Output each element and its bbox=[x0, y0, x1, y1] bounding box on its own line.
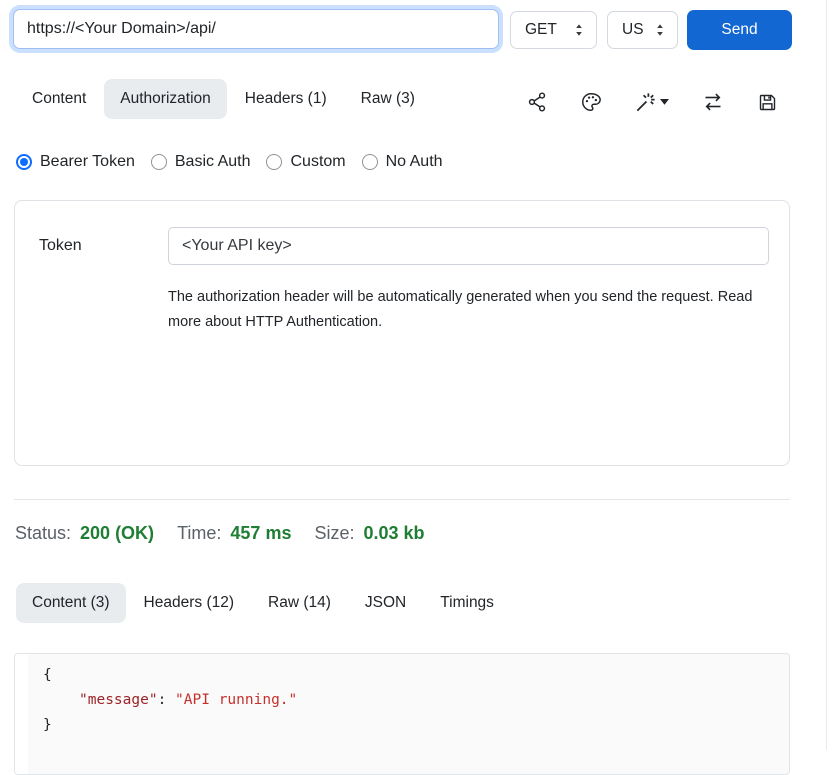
auth-option-bearer-token[interactable]: Bearer Token bbox=[16, 153, 135, 171]
api-tester-page: GET US Send Content Authorization Header… bbox=[0, 0, 837, 750]
method-select[interactable]: GET bbox=[510, 11, 597, 49]
size-label: Size: bbox=[314, 523, 354, 544]
response-tab-json[interactable]: JSON bbox=[349, 583, 422, 623]
response-tab-headers[interactable]: Headers (12) bbox=[128, 583, 250, 623]
section-divider bbox=[14, 499, 790, 500]
tab-authorization[interactable]: Authorization bbox=[104, 79, 226, 119]
json-message-line: "message": "API running." bbox=[28, 688, 789, 713]
json-key: "message" bbox=[79, 692, 158, 708]
response-summary: Status: 200 (OK) Time: 457 ms Size: 0.03… bbox=[15, 523, 425, 544]
share-nodes-icon[interactable] bbox=[526, 91, 548, 113]
response-json-body: { "message": "API running." } bbox=[28, 663, 789, 738]
status-pair: Status: 200 (OK) bbox=[15, 523, 154, 544]
auth-mode-options: Bearer Token Basic Auth Custom No Auth bbox=[16, 153, 443, 171]
status-value: 200 (OK) bbox=[80, 523, 154, 544]
code-gutter bbox=[15, 654, 28, 774]
radio-custom[interactable] bbox=[266, 154, 282, 170]
response-tab-raw[interactable]: Raw (14) bbox=[252, 583, 347, 623]
token-input[interactable] bbox=[168, 227, 769, 265]
region-select[interactable]: US bbox=[607, 11, 678, 49]
token-label: Token bbox=[39, 237, 82, 255]
request-toolbar bbox=[526, 90, 778, 114]
authorization-panel: Token The authorization header will be a… bbox=[14, 200, 790, 466]
auth-option-basic-auth[interactable]: Basic Auth bbox=[151, 153, 251, 171]
auth-option-custom[interactable]: Custom bbox=[266, 153, 345, 171]
response-body-block: { "message": "API running." } bbox=[14, 653, 790, 775]
time-pair: Time: 457 ms bbox=[177, 523, 291, 544]
radio-basic-auth[interactable] bbox=[151, 154, 167, 170]
size-pair: Size: 0.03 kb bbox=[314, 523, 424, 544]
size-value: 0.03 kb bbox=[364, 523, 425, 544]
content-right-border bbox=[826, 0, 827, 750]
radio-bearer-token[interactable] bbox=[16, 154, 32, 170]
status-label: Status: bbox=[15, 523, 71, 544]
magic-wand-icon[interactable] bbox=[634, 91, 669, 114]
token-help-text: The authorization header will be automat… bbox=[168, 285, 764, 335]
time-label: Time: bbox=[177, 523, 221, 544]
send-button[interactable]: Send bbox=[687, 10, 792, 50]
auth-option-label: No Auth bbox=[386, 153, 443, 171]
chevron-down-icon bbox=[660, 99, 669, 105]
auth-option-label: Bearer Token bbox=[40, 153, 135, 171]
save-icon[interactable] bbox=[757, 92, 778, 113]
radio-no-auth[interactable] bbox=[362, 154, 378, 170]
palette-icon[interactable] bbox=[580, 91, 602, 113]
response-tabs: Content (3) Headers (12) Raw (14) JSON T… bbox=[16, 583, 510, 623]
select-updown-icon bbox=[572, 22, 586, 38]
auth-option-label: Basic Auth bbox=[175, 153, 251, 171]
json-colon: : bbox=[158, 692, 175, 708]
swap-arrows-icon[interactable] bbox=[701, 90, 725, 114]
json-value: "API running." bbox=[175, 692, 297, 708]
auth-option-no-auth[interactable]: No Auth bbox=[362, 153, 443, 171]
auth-option-label: Custom bbox=[290, 153, 345, 171]
json-open-brace: { bbox=[28, 663, 789, 688]
tab-content[interactable]: Content bbox=[16, 79, 102, 119]
response-tab-content[interactable]: Content (3) bbox=[16, 583, 126, 623]
time-value: 457 ms bbox=[230, 523, 291, 544]
region-select-value: US bbox=[622, 21, 644, 39]
response-tab-timings[interactable]: Timings bbox=[424, 583, 510, 623]
request-tabs: Content Authorization Headers (1) Raw (3… bbox=[16, 79, 431, 119]
select-updown-icon bbox=[653, 22, 667, 38]
method-select-value: GET bbox=[525, 21, 557, 39]
json-close-brace: } bbox=[28, 713, 789, 738]
tab-raw[interactable]: Raw (3) bbox=[345, 79, 431, 119]
tab-headers[interactable]: Headers (1) bbox=[229, 79, 343, 119]
url-input[interactable] bbox=[13, 9, 499, 49]
